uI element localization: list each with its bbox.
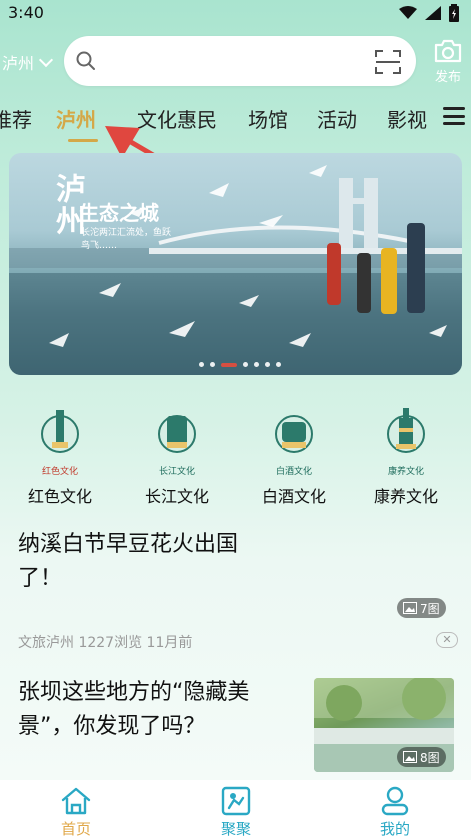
publish-label: 发布 <box>434 70 461 85</box>
carousel-dot <box>243 362 248 367</box>
city-label: 泸州 <box>2 54 35 73</box>
category-caption: 红色文化 <box>41 467 78 477</box>
article-time: 11月前 <box>146 635 193 651</box>
banner-subtitle: 生态之城 <box>79 201 159 225</box>
category-yangtze-culture[interactable]: 长江文化 长江文化 <box>127 404 227 507</box>
carousel-dot <box>199 362 204 367</box>
culture-categories: 红色文化 红色文化 长江文化 长江文化 白酒文化 白酒文化 康养文化 康养文化 <box>0 404 471 506</box>
carousel-dot <box>210 362 215 367</box>
category-label: 康养文化 <box>373 487 438 506</box>
banner-description: 长沱两江汇流处，鱼跃鸟飞…… <box>81 228 172 251</box>
tab-recommend[interactable]: 推荐 <box>0 104 32 133</box>
tab-activities[interactable]: 活动 <box>317 104 357 133</box>
image-count: 8图 <box>420 750 440 765</box>
active-tab-indicator <box>68 139 98 142</box>
nav-gather[interactable]: 聚聚 <box>196 784 276 839</box>
carousel-dot <box>265 362 270 367</box>
category-red-culture[interactable]: 红色文化 红色文化 <box>10 404 110 507</box>
category-caption: 长江文化 <box>158 467 195 477</box>
city-selector[interactable]: 泸州 <box>2 50 54 74</box>
status-time: 3:40 <box>8 3 44 22</box>
dismiss-icon[interactable]: ✕ <box>436 632 458 648</box>
scan-icon[interactable] <box>374 48 402 76</box>
category-liquor-culture[interactable]: 白酒文化 白酒文化 <box>244 404 344 507</box>
article-source: 文旅泸州 <box>18 635 74 651</box>
tab-film[interactable]: 影视 <box>387 104 427 133</box>
image-count-badge: 7图 <box>397 598 446 618</box>
battery-icon <box>449 4 459 22</box>
nav-profile[interactable]: 我的 <box>355 784 435 839</box>
gather-icon <box>221 786 251 816</box>
tab-luzhou[interactable]: 泸州 <box>56 104 96 133</box>
carousel-indicator <box>199 362 281 367</box>
category-caption: 白酒文化 <box>275 467 312 477</box>
nav-label: 首页 <box>60 820 91 838</box>
search-icon <box>76 51 95 70</box>
profile-icon <box>381 786 409 816</box>
nav-home[interactable]: 首页 <box>36 784 116 839</box>
category-wellness-culture[interactable]: 康养文化 康养文化 <box>356 404 456 507</box>
image-icon <box>403 602 417 614</box>
carousel-dot <box>254 362 259 367</box>
status-bar: 3:40 <box>0 0 471 26</box>
article-views: 1227浏览 <box>78 635 143 651</box>
home-icon <box>61 787 91 815</box>
category-label: 白酒文化 <box>261 487 326 506</box>
category-label: 红色文化 <box>27 487 92 506</box>
image-count: 7图 <box>420 601 440 616</box>
tab-venues[interactable]: 场馆 <box>248 104 288 133</box>
search-bar[interactable] <box>64 36 416 86</box>
camera-icon <box>434 39 462 63</box>
signal-icon <box>425 6 441 20</box>
category-caption: 康养文化 <box>387 467 424 477</box>
article-meta: 文旅泸州 1227浏览 11月前 <box>18 632 192 652</box>
chevron-down-icon <box>38 52 54 67</box>
wifi-icon <box>399 6 417 19</box>
carousel-dot <box>276 362 281 367</box>
article-title[interactable]: 纳溪白节早豆花火出国了！ <box>18 528 278 596</box>
article-title[interactable]: 张坝这些地方的“隐藏美景”，你发现了吗？ <box>18 676 288 744</box>
status-icons <box>399 4 459 22</box>
search-input[interactable] <box>104 46 364 76</box>
liquor-culture-emblem-icon <box>275 415 313 453</box>
bottom-nav: 首页 聚聚 我的 <box>0 780 471 840</box>
menu-icon[interactable] <box>443 107 465 125</box>
category-label: 长江文化 <box>144 487 209 506</box>
image-icon <box>403 751 417 763</box>
carousel-dot-active <box>221 362 237 367</box>
hero-banner[interactable]: 泸州 生态之城 长沱两江汇流处，鱼跃鸟飞…… <box>9 153 462 375</box>
red-culture-emblem-icon <box>41 410 79 453</box>
nav-label: 聚聚 <box>220 820 251 838</box>
image-count-badge: 8图 <box>397 747 446 767</box>
nav-label: 我的 <box>379 820 410 838</box>
yangtze-culture-emblem-icon <box>158 415 196 453</box>
publish-button[interactable]: 发布 <box>428 38 468 88</box>
wellness-culture-emblem-icon <box>387 408 425 453</box>
